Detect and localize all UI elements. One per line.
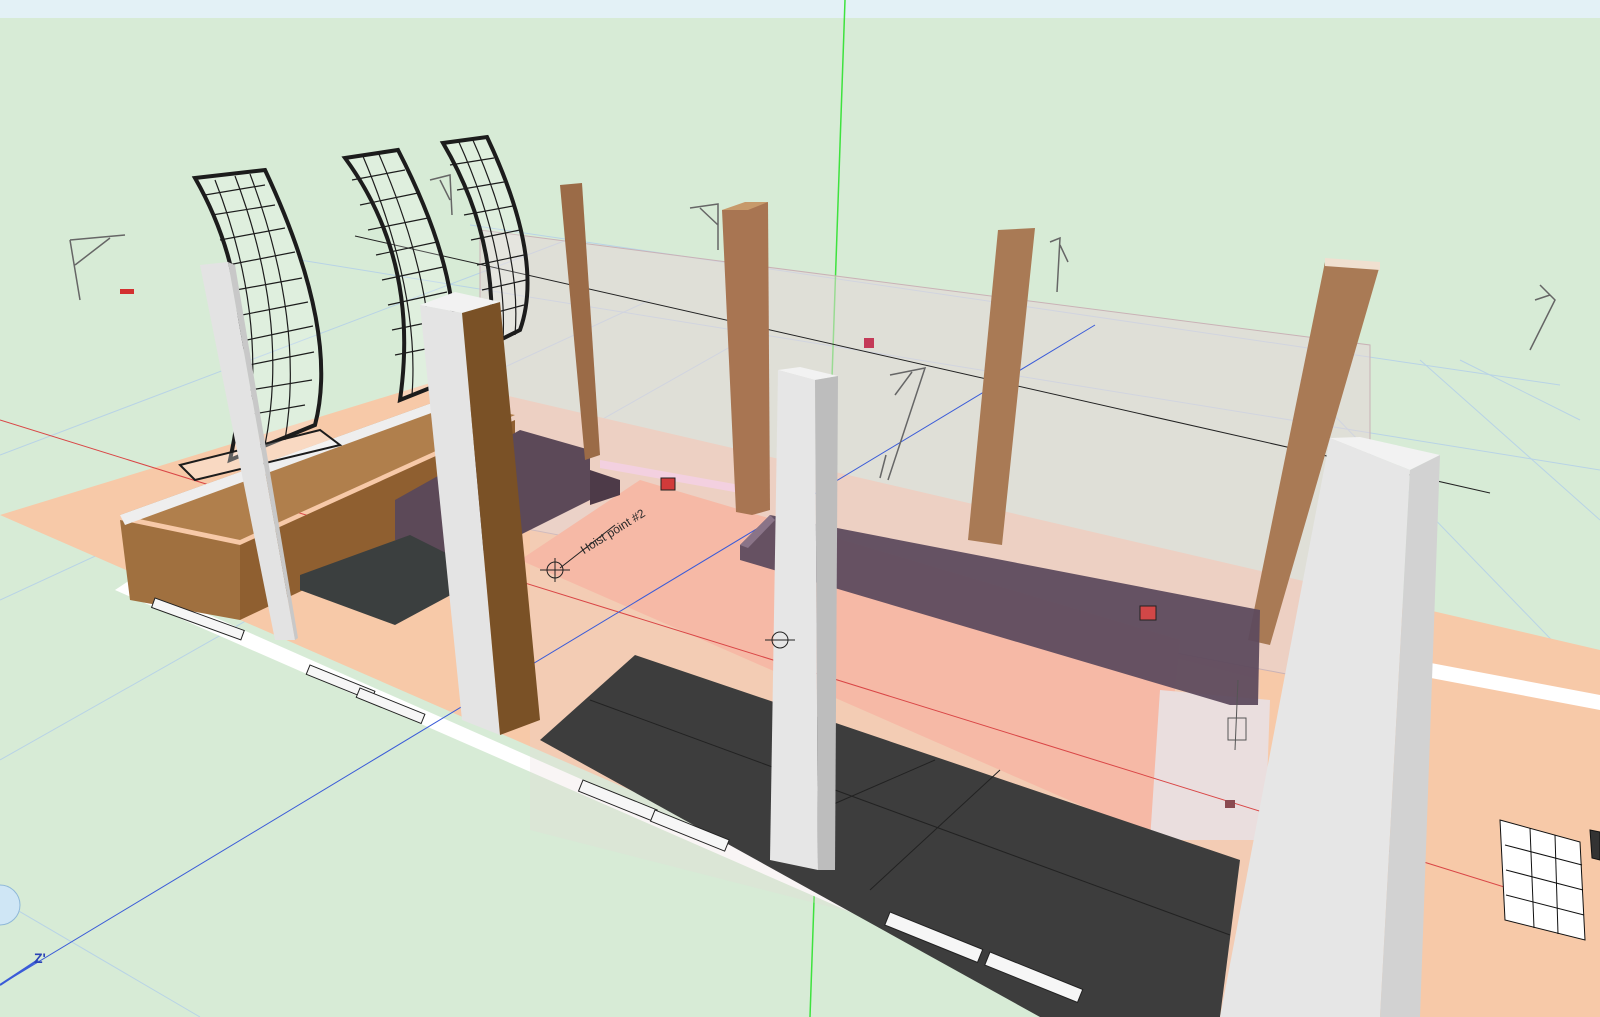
front-column-3[interactable] [770,367,838,870]
navigation-cube-icon[interactable] [0,884,39,986]
axis-label: Z' [34,950,46,966]
stage-floor-right [1150,690,1270,840]
3d-viewport[interactable]: Hoist point #2 Z' [0,0,1600,1017]
scene-canvas[interactable] [0,0,1600,1017]
